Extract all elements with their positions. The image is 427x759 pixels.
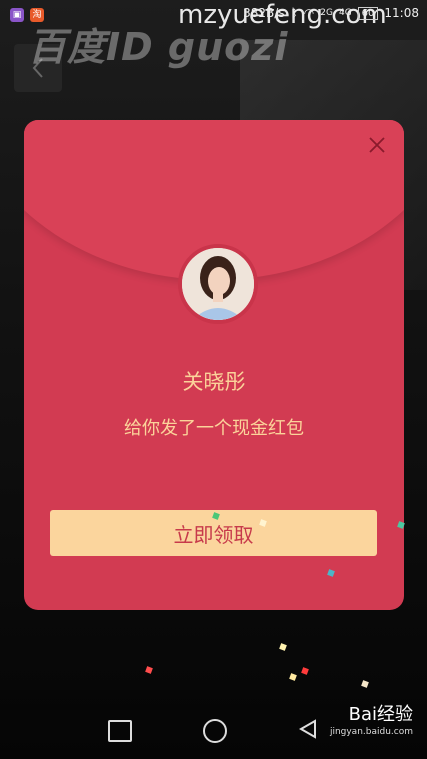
packet-message: 给你发了一个现金红包: [124, 418, 304, 439]
sender-name: 关晓彤: [182, 370, 246, 394]
bluetooth-icon: ᛒ: [290, 6, 298, 20]
signal-2g: 2G: [320, 8, 333, 18]
baidu-url: jingyan.baidu.com: [329, 727, 413, 737]
network-speed: 382B/s: [243, 6, 285, 20]
wifi-icon: ◠: [303, 6, 315, 20]
battery-level: 60: [357, 6, 379, 20]
status-bar: ▣ 淘 382B/s ᛒ ◠ 2G 4G 60 11:08: [0, 0, 427, 30]
close-button[interactable]: [366, 134, 388, 156]
baidu-jingyan-logo: Bai经验 jingyan.baidu.com: [330, 706, 413, 737]
signal-4g: 4G: [338, 8, 352, 18]
system-back-button[interactable]: [298, 719, 318, 743]
red-packet-modal: 关晓彤 给你发了一个现金红包 立即领取: [24, 120, 404, 610]
baidu-label: Bai经验: [348, 704, 413, 725]
clock: 11:08: [384, 6, 419, 20]
image-icon: ▣: [10, 8, 24, 22]
back-triangle-icon: [298, 719, 316, 739]
status-indicators: 382B/s ᛒ ◠ 2G 4G 60 11:08: [243, 6, 419, 20]
close-icon: [369, 137, 385, 153]
recents-button[interactable]: [108, 720, 132, 742]
taobao-icon: 淘: [30, 8, 44, 22]
avatar: [178, 244, 258, 324]
home-button[interactable]: [203, 719, 227, 743]
avatar-image: [182, 248, 254, 320]
